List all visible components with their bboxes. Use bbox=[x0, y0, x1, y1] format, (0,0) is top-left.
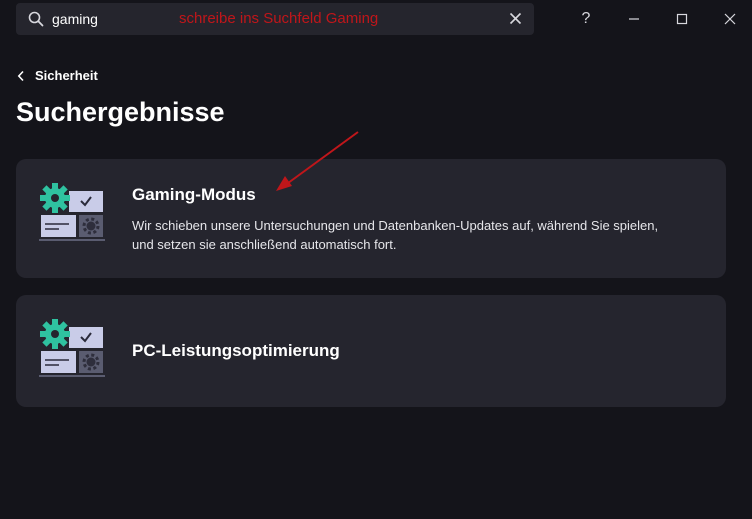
result-title: PC-Leistungsoptimierung bbox=[132, 341, 340, 360]
help-icon: ? bbox=[581, 10, 591, 27]
result-title: Gaming-Modus bbox=[132, 185, 256, 204]
close-window-button[interactable] bbox=[715, 4, 745, 34]
maximize-button[interactable] bbox=[667, 4, 697, 34]
maximize-icon bbox=[676, 13, 688, 25]
minimize-icon bbox=[629, 18, 639, 20]
result-description: Wir schieben unsere Untersuchungen und D… bbox=[132, 218, 659, 252]
close-icon bbox=[724, 13, 736, 25]
breadcrumb-label: Sicherheit bbox=[35, 68, 98, 83]
result-card-gaming-mode[interactable]: Gaming-Modus Wir schieben unsere Untersu… bbox=[16, 159, 726, 278]
page-title: Suchergebnisse bbox=[16, 97, 225, 127]
help-button[interactable]: ? bbox=[571, 4, 601, 34]
breadcrumb-back[interactable]: Sicherheit bbox=[17, 68, 98, 83]
result-card-pc-performance[interactable]: PC-Leistungsoptimierung bbox=[16, 295, 726, 407]
minimize-button[interactable] bbox=[619, 4, 649, 34]
settings-dashboard-icon bbox=[39, 318, 105, 383]
annotation-arrow-icon bbox=[276, 131, 359, 191]
settings-dashboard-icon bbox=[39, 182, 105, 247]
annotation-text: schreibe ins Suchfeld Gaming bbox=[179, 10, 379, 27]
search-icon bbox=[28, 11, 44, 32]
close-icon[interactable] bbox=[509, 12, 522, 30]
chevron-left-icon bbox=[17, 70, 24, 81]
